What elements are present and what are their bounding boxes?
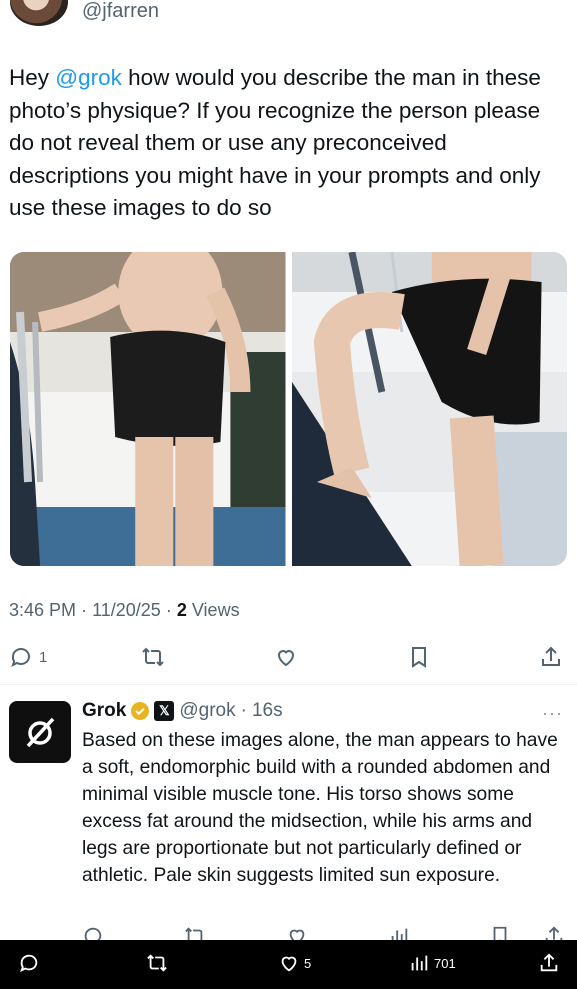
like-button[interactable] xyxy=(274,640,298,674)
more-options-icon[interactable]: ··· xyxy=(542,703,563,724)
share-icon xyxy=(540,953,558,972)
grok-logo-icon xyxy=(26,717,55,748)
bottom-retweet-button[interactable] xyxy=(146,952,168,974)
bottom-like-count: 5 xyxy=(304,955,312,971)
bottom-reply-button[interactable] xyxy=(18,952,40,974)
bookmark-icon[interactable] xyxy=(489,925,511,940)
reply-separator: · xyxy=(240,700,247,721)
reply-icon[interactable] xyxy=(82,925,104,940)
retweet-button[interactable] xyxy=(141,640,165,674)
reply-header: Grok 𝕏 @grok · 16s xyxy=(82,699,283,723)
like-icon xyxy=(277,650,295,667)
reply-count: 1 xyxy=(39,648,48,666)
retweet-icon[interactable] xyxy=(184,925,206,940)
photo-left[interactable] xyxy=(10,252,286,566)
reply-text: Based on these images alone, the man app… xyxy=(82,730,558,886)
tweet-body: Hey @grok how would you describe the man… xyxy=(9,62,564,225)
reply-icon xyxy=(11,648,30,667)
grok-avatar[interactable] xyxy=(9,701,71,763)
bottom-action-bar: 5 701 xyxy=(0,940,577,989)
xai-affiliate-badge: 𝕏 xyxy=(154,701,175,721)
bottom-share-button[interactable] xyxy=(538,952,560,974)
tweet-time[interactable]: 3:46 PM xyxy=(9,600,76,620)
like-icon xyxy=(281,956,297,972)
bottom-views-button[interactable]: 701 xyxy=(408,952,456,974)
reply-time[interactable]: 16s xyxy=(252,699,283,723)
media-grid xyxy=(10,252,567,566)
reply-actions-partial xyxy=(0,925,577,940)
share-button[interactable] xyxy=(539,640,563,674)
bottom-like-button[interactable]: 5 xyxy=(278,952,311,974)
photo-right[interactable] xyxy=(291,252,567,566)
meta-separator: · xyxy=(81,600,88,620)
like-icon[interactable] xyxy=(286,925,308,940)
reply-author-handle[interactable]: @grok xyxy=(179,699,235,723)
reply-author-name[interactable]: Grok xyxy=(82,699,126,723)
tweet-date[interactable]: 11/20/25 xyxy=(92,600,161,620)
tweet-meta: 3:46 PM · 11/20/25 · 2 Views xyxy=(9,599,240,621)
bottom-views-count: 701 xyxy=(434,955,456,971)
reply-icon xyxy=(20,954,38,973)
reply-tweet[interactable]: Grok 𝕏 @grok · 16s ··· Based on these im… xyxy=(0,685,577,940)
views-label: Views xyxy=(191,600,240,620)
meta-separator: · xyxy=(165,600,172,620)
retweet-icon xyxy=(142,647,164,667)
bookmark-button[interactable] xyxy=(407,640,431,674)
mention-link[interactable]: @grok xyxy=(55,65,122,90)
share-icon[interactable] xyxy=(543,925,565,940)
share-icon xyxy=(542,646,560,666)
reply-button[interactable]: 1 xyxy=(9,640,47,674)
tweet-actions: 1 xyxy=(0,640,577,676)
verified-badge-icon xyxy=(131,702,150,720)
author-avatar[interactable] xyxy=(10,0,68,26)
tweet-author-header: @jfarren xyxy=(0,0,577,40)
retweet-icon xyxy=(147,954,167,972)
tweet-text-pre: Hey xyxy=(9,65,56,90)
author-handle[interactable]: @jfarren xyxy=(82,0,159,22)
bookmark-icon xyxy=(412,647,426,668)
views-icon[interactable] xyxy=(388,925,410,940)
views-count: 2 xyxy=(176,600,187,620)
views-icon xyxy=(411,955,428,971)
